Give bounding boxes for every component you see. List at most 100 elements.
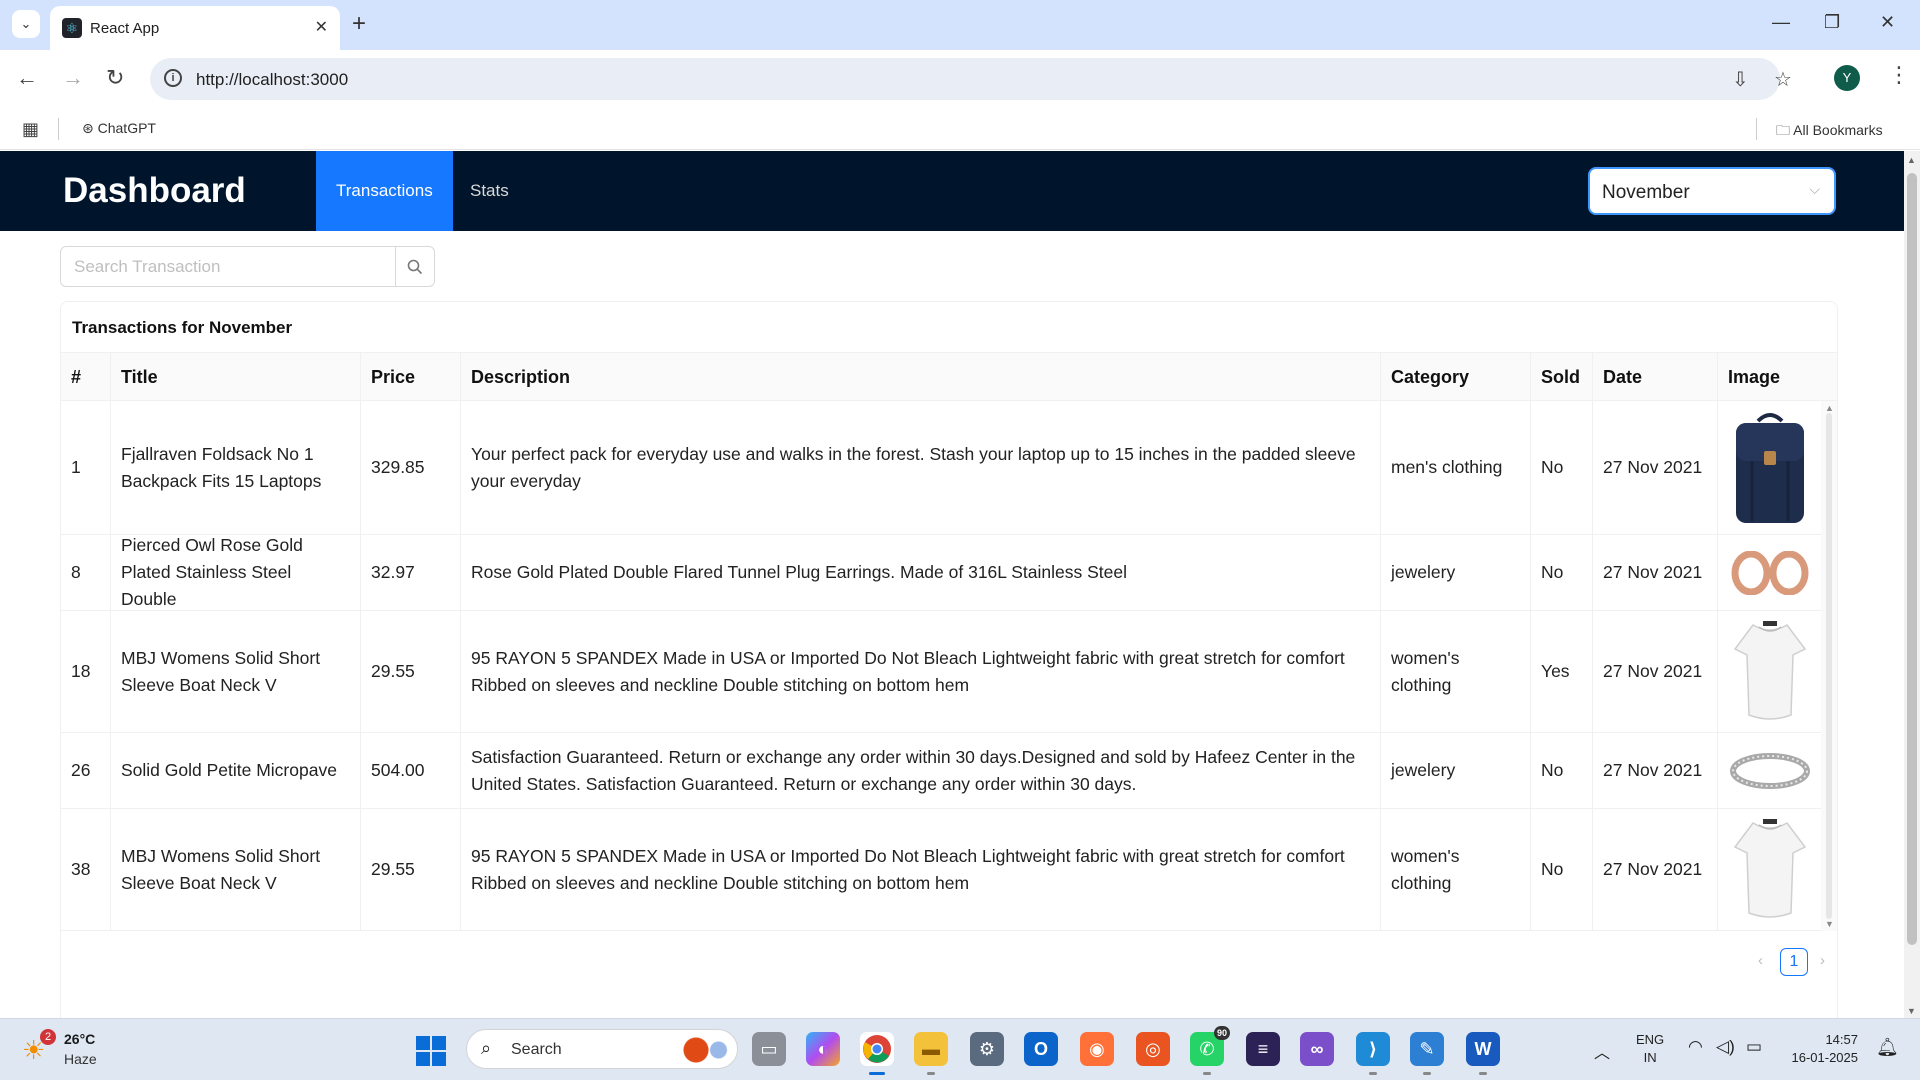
chrome-icon[interactable]	[860, 1032, 894, 1075]
settings-icon[interactable]: ⚙	[970, 1032, 1004, 1066]
cell-category: men's clothing	[1381, 401, 1531, 534]
cell-sold: Yes	[1531, 611, 1593, 732]
app-header: Dashboard Transactions Stats November ⌵	[0, 151, 1904, 231]
outlook-icon[interactable]: O	[1024, 1032, 1058, 1066]
site-info-icon[interactable]: i	[164, 69, 182, 87]
table-row[interactable]: 26 Solid Gold Petite Micropave 504.00 Sa…	[61, 733, 1837, 809]
cell-sold: No	[1531, 535, 1593, 610]
column-header-image[interactable]: Image	[1718, 353, 1837, 401]
language-code: ENG	[1636, 1032, 1665, 1047]
search-input[interactable]	[60, 246, 396, 287]
tab-transactions[interactable]: Transactions	[316, 151, 453, 231]
back-icon[interactable]: ←	[16, 66, 38, 90]
cell-image	[1718, 611, 1821, 732]
cell-description: Rose Gold Plated Double Flared Tunnel Pl…	[461, 535, 1381, 610]
folder-icon: 🗀	[1776, 122, 1790, 138]
table-row[interactable]: 38 MBJ Womens Solid Short Sleeve Boat Ne…	[61, 809, 1837, 931]
prev-page-icon[interactable]: ‹	[1758, 952, 1763, 969]
cell-description: 95 RAYON 5 SPANDEX Made in USA or Import…	[461, 611, 1381, 732]
language-indicator[interactable]: ENG IN	[1636, 1031, 1664, 1067]
column-header-category[interactable]: Category	[1381, 353, 1531, 401]
scroll-up-icon[interactable]: ▲	[1825, 403, 1834, 413]
apps-grid-icon[interactable]: ▦	[22, 119, 39, 140]
tab-stats[interactable]: Stats	[450, 151, 529, 231]
restore-icon[interactable]: ❐	[1824, 12, 1840, 33]
cell-number: 18	[61, 611, 111, 732]
task-view-icon[interactable]: ▭	[752, 1032, 786, 1066]
table-row[interactable]: 8 Pierced Owl Rose Gold Plated Stainless…	[61, 535, 1837, 611]
forward-icon[interactable]: →	[62, 66, 84, 90]
window-close-icon[interactable]: ✕	[1880, 12, 1895, 33]
all-bookmarks-button[interactable]: 🗀 All Bookmarks	[1776, 120, 1883, 144]
column-header-price[interactable]: Price	[361, 353, 461, 401]
table-row[interactable]: 18 MBJ Womens Solid Short Sleeve Boat Ne…	[61, 611, 1837, 733]
table-row[interactable]: 1 Fjallraven Foldsack No 1 Backpack Fits…	[61, 401, 1837, 535]
page-number-button[interactable]: 1	[1780, 948, 1808, 976]
install-app-icon[interactable]: ⇩	[1732, 67, 1749, 92]
browser-tab[interactable]: ⚛ React App ✕	[50, 6, 340, 50]
column-header-number[interactable]: #	[61, 353, 111, 401]
scroll-down-icon[interactable]: ▼	[1825, 919, 1834, 929]
search-icon	[407, 259, 423, 274]
active-app-indicator	[869, 1072, 885, 1075]
volume-icon[interactable]: ◁)	[1716, 1037, 1735, 1057]
paint-icon[interactable]: ✎	[1410, 1032, 1444, 1075]
chatgpt-icon: ⊛	[82, 120, 94, 136]
cell-date: 27 Nov 2021	[1593, 611, 1718, 732]
close-tab-icon[interactable]: ✕	[315, 17, 328, 37]
cell-number: 26	[61, 733, 111, 808]
column-header-description[interactable]: Description	[461, 353, 1381, 401]
url-text[interactable]: http://localhost:3000	[196, 70, 348, 90]
next-page-icon[interactable]: ›	[1820, 952, 1825, 969]
taskbar-search-label: Search	[511, 1041, 562, 1058]
browser-menu-icon[interactable]: ⋮	[1888, 62, 1910, 88]
weather-desc: Haze	[64, 1051, 97, 1067]
vscode-icon[interactable]: ⟩	[1356, 1032, 1390, 1075]
earrings-image	[1731, 550, 1808, 595]
scroll-down-icon[interactable]: ▼	[1907, 1006, 1916, 1016]
profile-avatar[interactable]: Y	[1834, 65, 1860, 91]
reload-icon[interactable]: ↻	[106, 66, 124, 90]
whatsapp-icon[interactable]: ✆ 90	[1190, 1026, 1230, 1075]
table-scrollbar[interactable]: ▲ ▼	[1821, 401, 1837, 931]
bookmark-chatgpt[interactable]: ⊛ ChatGPT	[82, 120, 156, 137]
firefox-icon[interactable]: ◉	[1080, 1032, 1114, 1066]
search-button[interactable]	[395, 246, 435, 287]
white-top-image	[1733, 620, 1806, 720]
start-button[interactable]	[416, 1036, 446, 1066]
column-header-title[interactable]: Title	[111, 353, 361, 401]
month-select[interactable]: November ⌵	[1588, 167, 1836, 215]
cell-category: women's clothing	[1381, 809, 1531, 930]
new-tab-button[interactable]: +	[352, 10, 366, 38]
column-header-date[interactable]: Date	[1593, 353, 1718, 401]
scroll-up-icon[interactable]: ▲	[1907, 155, 1916, 165]
ubuntu-icon[interactable]: ◎	[1136, 1032, 1170, 1066]
wifi-icon[interactable]: ◠	[1688, 1037, 1703, 1057]
word-icon[interactable]: W	[1466, 1032, 1500, 1075]
table-scrollbar-thumb[interactable]	[1826, 413, 1832, 919]
cell-price: 29.55	[361, 809, 461, 930]
battery-icon[interactable]: ▭	[1746, 1037, 1762, 1057]
address-bar[interactable]: i http://localhost:3000 ⇩ ☆	[150, 58, 1792, 100]
bookmarks-bar: ▦ ⊛ ChatGPT 🗀 All Bookmarks	[0, 108, 1920, 150]
cell-category: women's clothing	[1381, 611, 1531, 732]
copilot-icon[interactable]: ◐	[806, 1032, 840, 1066]
bookmark-label: All Bookmarks	[1793, 122, 1883, 138]
tray-chevron-up-icon[interactable]: ︿	[1594, 1039, 1610, 1063]
system-clock[interactable]: 14:57 16-01-2025	[1788, 1031, 1859, 1067]
page-scrollbar-thumb[interactable]	[1907, 173, 1917, 945]
cell-category: jewelery	[1381, 535, 1531, 610]
cell-image	[1718, 809, 1821, 930]
eclipse-icon[interactable]: ≡	[1246, 1032, 1280, 1066]
minimize-icon[interactable]: —	[1772, 12, 1790, 33]
bookmark-star-icon[interactable]: ☆	[1774, 67, 1792, 92]
column-header-sold[interactable]: Sold	[1531, 353, 1593, 401]
file-explorer-icon[interactable]: ▬	[914, 1032, 948, 1075]
taskbar-search[interactable]: ⌕ Search	[466, 1029, 738, 1069]
tab-search-button[interactable]: ⌄	[12, 10, 40, 38]
visual-studio-icon[interactable]: ∞	[1300, 1032, 1334, 1066]
notifications-bell-icon[interactable]: 🔔︎	[1876, 1037, 1899, 1058]
page-scrollbar[interactable]: ▲ ▼	[1904, 151, 1920, 1018]
language-region: IN	[1643, 1050, 1657, 1065]
bookmarks-divider-right	[1756, 118, 1757, 140]
